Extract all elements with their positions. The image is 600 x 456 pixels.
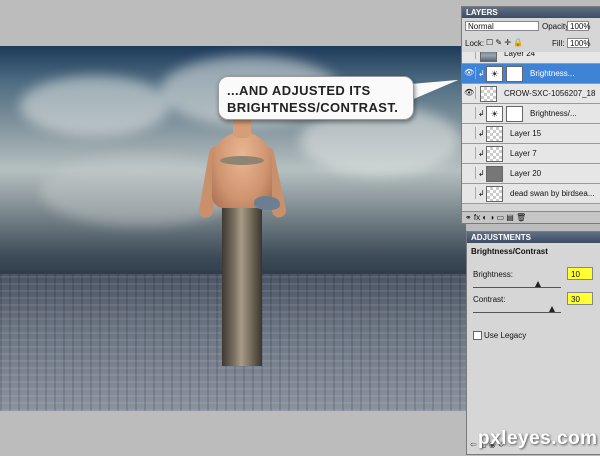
- layer-name: Brightness...: [530, 69, 575, 78]
- layer-thumbnail[interactable]: [486, 146, 503, 162]
- visibility-eye-icon[interactable]: [464, 127, 476, 139]
- adjustments-panel[interactable]: ADJUSTMENTS Brightness/Contrast Brightne…: [466, 231, 600, 455]
- visibility-eye-icon[interactable]: [464, 187, 476, 199]
- visibility-eye-icon[interactable]: 👁: [464, 67, 476, 79]
- layer-name: Layer 15: [510, 129, 542, 138]
- visibility-eye-icon[interactable]: [464, 52, 476, 59]
- layer-thumbnail[interactable]: [486, 186, 503, 202]
- callout-line-2: BRIGHTNESS/CONTRAST.: [227, 100, 399, 115]
- brightness-slider-track[interactable]: [473, 287, 561, 288]
- layer-row[interactable]: 👁 ↲ ☀ Brightness...: [462, 64, 600, 84]
- callout-line-1: ...AND ADJUSTED ITS: [227, 83, 371, 98]
- lock-icons[interactable]: ☐ ✎ ✛ 🔒: [486, 38, 523, 47]
- contrast-field[interactable]: 30: [567, 292, 593, 305]
- callout-bubble: ...AND ADJUSTED ITS BRIGHTNESS/CONTRAST.: [218, 76, 414, 120]
- pillar-top: [220, 156, 264, 165]
- fill-field[interactable]: 100%: [567, 38, 590, 48]
- visibility-eye-icon[interactable]: [464, 167, 476, 179]
- use-legacy-label: Use Legacy: [484, 331, 527, 340]
- visibility-eye-icon[interactable]: [464, 107, 476, 119]
- site-watermark: pxleyes.com: [478, 428, 598, 449]
- layer-name: Layer 7: [510, 149, 537, 158]
- layer-mask-thumbnail[interactable]: [506, 106, 523, 122]
- cloud: [20, 76, 170, 136]
- brightness-field[interactable]: 10: [567, 267, 593, 280]
- layer-mask-thumbnail[interactable]: [506, 66, 523, 82]
- clip-indicator-icon: ↲: [478, 169, 485, 178]
- layer-list[interactable]: Layer 24 👁 ↲ ☀ Brightness... 👁 CROW-SXC-105620…: [462, 52, 600, 210]
- clip-indicator-icon: ↲: [478, 189, 485, 198]
- clip-indicator-icon: ↲: [478, 149, 485, 158]
- contrast-slider-track[interactable]: [473, 312, 561, 313]
- layer-name: CROW-SXC-1056207_1879...: [504, 89, 596, 98]
- clip-indicator-icon: ↲: [478, 129, 485, 138]
- clip-indicator-icon: ↲: [478, 69, 485, 78]
- layer-row[interactable]: ↲ dead swan by birdsea...: [462, 184, 600, 204]
- visibility-eye-icon[interactable]: 👁: [464, 87, 476, 99]
- blend-mode-select[interactable]: Normal: [465, 21, 539, 31]
- visibility-eye-icon[interactable]: [464, 147, 476, 159]
- fill-label: Fill:: [552, 39, 565, 48]
- layer-name: dead swan by birdsea...: [510, 189, 595, 198]
- brightness-slider-handle[interactable]: [535, 281, 541, 287]
- adjustment-layer-icon: ☀: [486, 106, 503, 122]
- clip-indicator-icon: ↲: [478, 109, 485, 118]
- contrast-slider-handle[interactable]: [549, 306, 555, 312]
- adjustments-tab[interactable]: ADJUSTMENTS: [467, 232, 600, 243]
- layers-panel[interactable]: LAYERS Normal Opacity: 100% Lock: ☐ ✎ ✛ …: [461, 6, 600, 224]
- layer-row[interactable]: 👁 CROW-SXC-1056207_1879...: [462, 84, 600, 104]
- layer-thumbnail[interactable]: [480, 86, 497, 102]
- layer-row[interactable]: ↲ Layer 15: [462, 124, 600, 144]
- adjustment-layer-icon: ☀: [486, 66, 503, 82]
- layer-action-icons[interactable]: ⚭ fx ◐ ◑ ▭ ▤ 🗑: [465, 213, 526, 222]
- layer-thumbnail[interactable]: [486, 166, 503, 182]
- adjustment-title: Brightness/Contrast: [471, 247, 548, 256]
- opacity-field[interactable]: 100%: [567, 21, 590, 31]
- layer-row[interactable]: Layer 24: [462, 52, 600, 64]
- layers-footer: ⚭ fx ◐ ◑ ▭ ▤ 🗑: [462, 211, 600, 223]
- layer-row[interactable]: ↲ Layer 7: [462, 144, 600, 164]
- contrast-label: Contrast:: [473, 295, 506, 304]
- layer-name: Layer 20: [510, 169, 542, 178]
- brightness-label: Brightness:: [473, 270, 514, 279]
- layers-tab[interactable]: LAYERS: [462, 7, 600, 18]
- layer-row[interactable]: ↲ ☀ Brightness/...: [462, 104, 600, 124]
- layer-thumbnail[interactable]: [480, 52, 497, 62]
- lock-label: Lock:: [465, 39, 485, 48]
- layer-row[interactable]: ↲ Layer 20: [462, 164, 600, 184]
- use-legacy-checkbox[interactable]: [473, 331, 482, 340]
- layer-name: Brightness/...: [530, 109, 577, 118]
- crow: [254, 196, 280, 210]
- layer-thumbnail[interactable]: [486, 126, 503, 142]
- layer-name: Layer 24: [504, 52, 536, 58]
